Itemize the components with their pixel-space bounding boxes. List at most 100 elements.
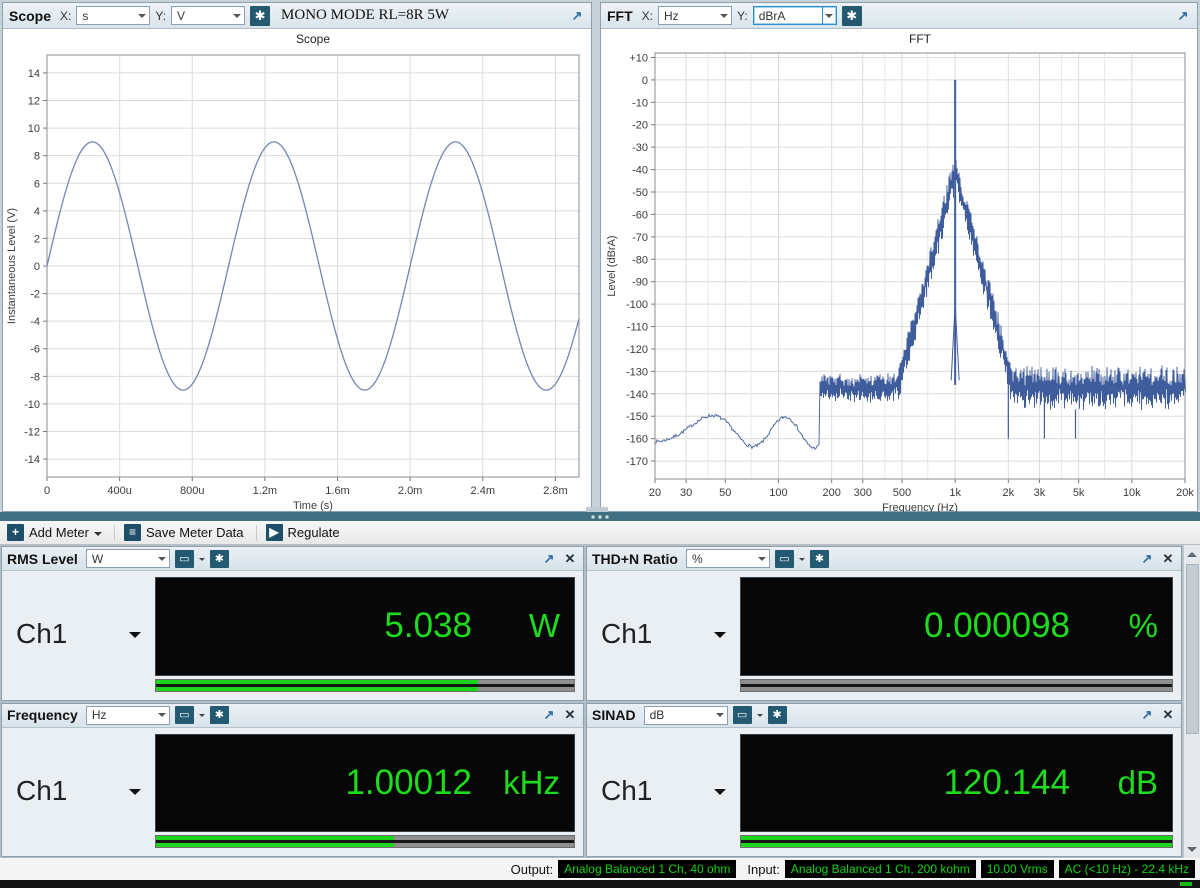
- meter-body: Ch1 0.000098 %: [587, 571, 1181, 700]
- svg-text:-14: -14: [24, 454, 40, 466]
- meter-sinad: SINAD dB ▭ ✱ ↗ ✕ Ch1: [586, 703, 1182, 858]
- meter-close-icon[interactable]: ✕: [562, 707, 578, 723]
- channel-select[interactable]: Ch1: [10, 577, 155, 692]
- fft-settings-gear-icon[interactable]: ✱: [842, 6, 862, 26]
- regulate-button[interactable]: ▶ Regulate: [263, 523, 346, 542]
- svg-text:3k: 3k: [1034, 487, 1046, 499]
- svg-text:-12: -12: [24, 426, 40, 438]
- input-config-badge[interactable]: Analog Balanced 1 Ch, 200 kohm: [785, 860, 976, 878]
- svg-text:1k: 1k: [949, 487, 961, 499]
- channel-select[interactable]: Ch1: [595, 577, 740, 692]
- scope-popout-icon[interactable]: ↗: [569, 8, 585, 24]
- meter-popout-icon[interactable]: ↗: [541, 707, 557, 723]
- toolbar-separator: [256, 525, 257, 541]
- channel-select[interactable]: Ch1: [595, 734, 740, 849]
- meter-body: Ch1 5.038 W: [2, 571, 583, 700]
- meter-close-icon[interactable]: ✕: [1160, 551, 1176, 567]
- status-ok-indicator: [1180, 882, 1192, 886]
- meter-close-icon[interactable]: ✕: [562, 551, 578, 567]
- meter-display-mode-icon[interactable]: ▭: [733, 706, 752, 724]
- meter-display-mode-icon[interactable]: ▭: [175, 550, 194, 568]
- svg-text:-60: -60: [632, 209, 648, 221]
- splitter-collapse-tab[interactable]: [586, 507, 608, 512]
- meter-name: THD+N Ratio: [592, 551, 678, 567]
- splitter-grip-icon: [592, 515, 609, 518]
- play-icon: ▶: [266, 524, 283, 541]
- level-bar: [740, 835, 1173, 848]
- svg-text:-8: -8: [30, 371, 40, 383]
- svg-text:-50: -50: [632, 187, 648, 199]
- meter-unit-select[interactable]: W: [86, 549, 170, 568]
- input-range-badge[interactable]: 10.00 Vrms: [981, 860, 1054, 878]
- scope-x-label: X:: [60, 9, 71, 23]
- meter-value: 5.038: [384, 606, 472, 646]
- meter-name: RMS Level: [7, 551, 78, 567]
- meter-display-mode-icon[interactable]: ▭: [175, 706, 194, 724]
- meter-popout-icon[interactable]: ↗: [1139, 707, 1155, 723]
- scope-panel-header: Scope X: s Y: V ✱ MONO MODE RL=8R 5W ↗: [3, 3, 591, 29]
- fft-chart-body: FFT+100-10-20-30-40-50-60-70-80-90-100-1…: [601, 29, 1197, 518]
- meter-value-unit: %: [1070, 607, 1158, 645]
- scope-x-unit-select[interactable]: s: [76, 6, 150, 25]
- save-meter-data-label: Save Meter Data: [146, 525, 244, 540]
- channel-name: Ch1: [595, 775, 714, 807]
- fft-x-unit-select[interactable]: Hz: [658, 6, 732, 25]
- channel-name: Ch1: [10, 775, 129, 807]
- scrollbar-thumb[interactable]: [1186, 564, 1199, 734]
- level-bar-stripe: [156, 840, 574, 843]
- fft-y-unit-value: dBrA: [759, 9, 822, 23]
- fft-popout-icon[interactable]: ↗: [1175, 8, 1191, 24]
- input-label: Input:: [747, 862, 780, 877]
- meter-header: SINAD dB ▭ ✱ ↗ ✕: [587, 704, 1181, 728]
- meter-readout: 120.144 dB: [740, 734, 1173, 833]
- svg-text:-140: -140: [626, 389, 648, 401]
- meter-unit-select[interactable]: dB: [644, 706, 728, 725]
- svg-text:-160: -160: [626, 434, 648, 446]
- meter-readout: 5.038 W: [155, 577, 575, 676]
- meter-settings-gear-icon[interactable]: ✱: [210, 550, 229, 568]
- meter-unit-value: Hz: [92, 708, 155, 722]
- channel-name: Ch1: [10, 618, 129, 650]
- svg-text:0: 0: [44, 485, 50, 497]
- svg-text:6: 6: [34, 178, 40, 190]
- output-config-badge[interactable]: Analog Balanced 1 Ch, 40 ohm: [558, 860, 736, 878]
- meter-unit-select[interactable]: %: [686, 549, 770, 568]
- svg-text:800u: 800u: [180, 485, 204, 497]
- chevron-down-icon: [199, 558, 205, 564]
- svg-text:8: 8: [34, 151, 40, 163]
- meter-popout-icon[interactable]: ↗: [541, 551, 557, 567]
- svg-text:100: 100: [769, 487, 787, 499]
- meters-scrollbar[interactable]: [1183, 545, 1200, 858]
- svg-text:-150: -150: [626, 411, 648, 423]
- input-coupling-badge[interactable]: AC (<10 Hz) - 22.4 kHz: [1059, 860, 1195, 878]
- scroll-down-icon[interactable]: [1184, 841, 1200, 858]
- svg-text:-6: -6: [30, 344, 40, 356]
- chevron-down-icon: [129, 632, 141, 644]
- scope-settings-gear-icon[interactable]: ✱: [250, 6, 270, 26]
- svg-text:-2: -2: [30, 289, 40, 301]
- meter-unit-select[interactable]: Hz: [86, 706, 170, 725]
- meter-settings-gear-icon[interactable]: ✱: [768, 706, 787, 724]
- meter-popout-icon[interactable]: ↗: [1139, 551, 1155, 567]
- scrollbar-track[interactable]: [1184, 562, 1200, 841]
- save-meter-data-button[interactable]: ≡ Save Meter Data: [121, 523, 250, 542]
- meter-display-mode-icon[interactable]: ▭: [775, 550, 794, 568]
- svg-text:Scope: Scope: [296, 32, 330, 46]
- horizontal-splitter[interactable]: [0, 512, 1200, 521]
- meter-close-icon[interactable]: ✕: [1160, 707, 1176, 723]
- scope-y-unit-select[interactable]: V: [171, 6, 245, 25]
- channel-select[interactable]: Ch1: [10, 734, 155, 849]
- add-meter-button[interactable]: + Add Meter: [4, 523, 108, 542]
- fft-chart: FFT+100-10-20-30-40-50-60-70-80-90-100-1…: [601, 29, 1197, 513]
- level-bar: [155, 679, 575, 692]
- svg-text:-170: -170: [626, 456, 648, 468]
- fft-y-unit-select[interactable]: dBrA: [753, 6, 837, 25]
- bottom-strip: [0, 880, 1200, 888]
- meter-settings-gear-icon[interactable]: ✱: [810, 550, 829, 568]
- meter-settings-gear-icon[interactable]: ✱: [210, 706, 229, 724]
- svg-text:0: 0: [34, 261, 40, 273]
- meter-thdn-ratio: THD+N Ratio % ▭ ✱ ↗ ✕ Ch1: [586, 546, 1182, 701]
- chevron-down-icon: [129, 789, 141, 801]
- chevron-down-icon: [155, 707, 169, 724]
- scroll-up-icon[interactable]: [1184, 545, 1200, 562]
